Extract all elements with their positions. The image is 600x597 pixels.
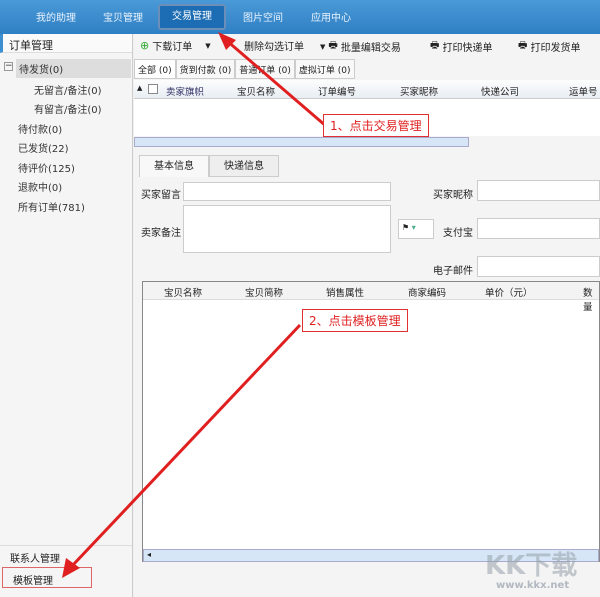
annotation-step-2: 2、点击模板管理 bbox=[302, 309, 408, 332]
watermark-url: www.kkx.net bbox=[496, 580, 570, 591]
arrow-1 bbox=[225, 38, 327, 128]
annotation-arrows bbox=[62, 32, 327, 578]
watermark-logo: KK下载 bbox=[485, 551, 578, 581]
arrow-2 bbox=[70, 323, 302, 568]
annotation-step-1: 1、点击交易管理 bbox=[323, 114, 429, 137]
